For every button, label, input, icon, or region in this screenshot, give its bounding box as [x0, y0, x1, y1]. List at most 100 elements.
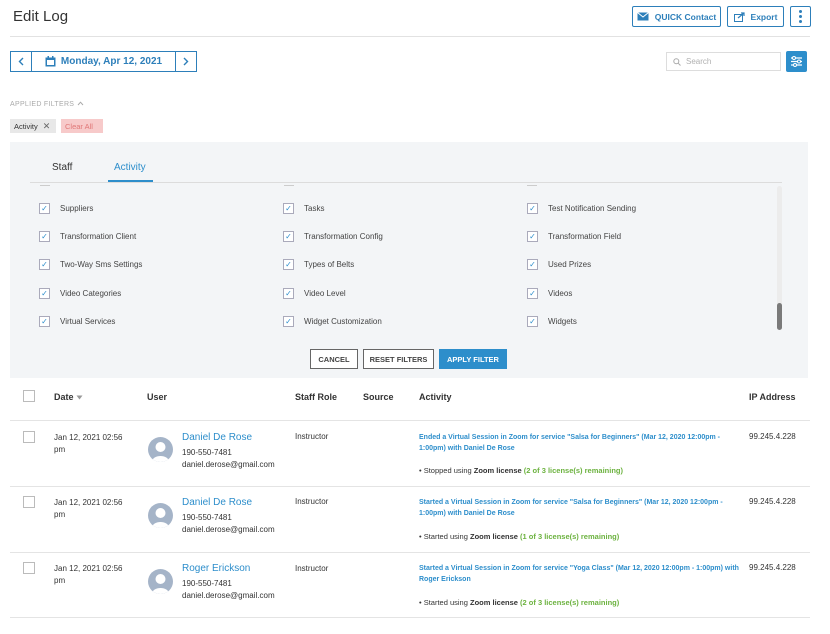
avatar — [148, 437, 173, 462]
activity-note: • Stopped using Zoom license (2 of 3 lic… — [419, 466, 623, 475]
activity-title[interactable]: Ended a Virtual Session in Zoom for serv… — [419, 432, 739, 454]
staff-role-column-header: Staff Role — [295, 392, 338, 402]
filter-option-label: Transformation Config — [304, 232, 383, 241]
filter-toggle-button[interactable] — [786, 51, 807, 72]
filter-option[interactable]: ✓ Tasks — [283, 203, 324, 214]
activity-title[interactable]: Started a Virtual Session in Zoom for se… — [419, 497, 739, 519]
table-row: Jan 12, 2021 02:56 pm Daniel De Rose 190… — [0, 486, 830, 551]
filter-option[interactable]: ✓ Transformation Client — [39, 231, 136, 242]
filter-option[interactable]: ✓ Used Prizes — [527, 259, 591, 270]
header-divider — [10, 36, 810, 37]
search-input[interactable] — [686, 57, 776, 66]
checkbox[interactable]: ✓ — [283, 316, 294, 327]
filter-option[interactable]: ✓ Transformation Field — [527, 231, 621, 242]
row-date-suffix: pm — [54, 445, 66, 454]
filter-option[interactable]: ✓ Virtual Services — [39, 316, 115, 327]
tab-activity[interactable]: Activity — [114, 162, 146, 173]
sliders-icon — [791, 56, 802, 67]
select-all-checkbox[interactable] — [23, 390, 35, 402]
staff-role: Instructor — [295, 564, 329, 573]
calendar-icon — [45, 56, 56, 67]
filter-option[interactable]: ✓ Video Level — [283, 288, 346, 299]
next-date-button[interactable] — [175, 52, 196, 71]
previous-date-button[interactable] — [11, 52, 32, 71]
checkbox[interactable]: ✓ — [527, 259, 538, 270]
note-license: Zoom license — [470, 532, 518, 541]
source-column-header: Source — [363, 392, 394, 402]
activity-note: • Started using Zoom license (1 of 3 lic… — [419, 532, 619, 541]
checkbox[interactable]: ✓ — [283, 259, 294, 270]
filter-option-label: Transformation Field — [548, 232, 622, 241]
user-name-link[interactable]: Roger Erickson — [182, 563, 250, 574]
search-box — [666, 52, 781, 71]
date-picker[interactable]: Monday, Apr 12, 2021 — [32, 52, 175, 71]
note-license: Zoom license — [473, 466, 522, 475]
applied-filters-label: APPLIED FILTERS — [10, 101, 75, 108]
activity-title[interactable]: Started a Virtual Session in Zoom for se… — [419, 563, 739, 585]
quick-contact-button[interactable]: QUICK Contact — [632, 6, 721, 27]
date-navigator: Monday, Apr 12, 2021 — [10, 51, 197, 72]
checkbox[interactable]: ✓ — [527, 203, 538, 214]
table-row: Jan 12, 2021 02:56 pm Daniel De Rose 190… — [0, 421, 830, 485]
user-email: daniel.derose@gmail.com — [182, 460, 275, 469]
checkbox[interactable]: ✓ — [527, 288, 538, 299]
filter-option[interactable]: ✓ Test Notification Sending — [527, 203, 636, 214]
checkbox[interactable]: ✓ — [527, 316, 538, 327]
reset-filters-button[interactable]: RESET FILTERS — [363, 349, 434, 369]
checkbox[interactable]: ✓ — [39, 203, 50, 214]
filter-option[interactable]: ✓ Suppliers — [39, 203, 93, 214]
checkbox[interactable]: ✓ — [39, 231, 50, 242]
kebab-icon — [799, 10, 802, 23]
checkbox[interactable]: ✓ — [39, 259, 50, 270]
quick-contact-label: QUICK Contact — [654, 11, 717, 22]
filter-option[interactable]: ✓ Widget Customization — [283, 316, 382, 327]
checkbox[interactable]: ✓ — [283, 203, 294, 214]
filter-option[interactable]: ✓ Transformation Config — [283, 231, 383, 242]
row-date: Jan 12, 2021 02:56 pm — [54, 497, 123, 521]
chevron-up-icon — [77, 101, 84, 106]
tab-divider — [30, 182, 782, 183]
row-checkbox[interactable] — [23, 496, 35, 508]
applied-filters-toggle[interactable]: APPLIED FILTERS — [10, 101, 84, 108]
export-button[interactable]: Export — [727, 6, 784, 27]
filter-chip-label: Activity — [14, 121, 38, 131]
user-name-link[interactable]: Daniel De Rose — [182, 497, 252, 508]
apply-filter-button[interactable]: APPLY FILTER — [439, 349, 507, 369]
note-remaining: (2 of 3 license(s) remaining) — [520, 598, 620, 607]
user-phone: 190-550-7481 — [182, 448, 232, 457]
checkbox[interactable]: ✓ — [527, 231, 538, 242]
filter-option-label: Used Prizes — [548, 260, 592, 269]
date-column-header[interactable]: Date — [54, 392, 83, 402]
filter-option-label: Virtual Services — [60, 317, 116, 326]
checkbox[interactable]: ✓ — [283, 288, 294, 299]
note-prefix: • Stopped using — [419, 466, 474, 475]
filter-option-label: Two-Way Sms Settings — [60, 260, 143, 269]
tab-staff[interactable]: Staff — [52, 162, 72, 173]
filter-option[interactable]: ✓ Two-Way Sms Settings — [39, 259, 142, 270]
page-title: Edit Log — [13, 8, 69, 25]
filter-option[interactable]: ✓ Types of Belts — [283, 259, 354, 270]
checkbox[interactable]: ✓ — [39, 288, 50, 299]
row-checkbox[interactable] — [23, 431, 35, 443]
row-checkbox[interactable] — [23, 562, 35, 574]
ip-address: 99.245.4.228 — [749, 432, 796, 441]
checkbox[interactable]: ✓ — [283, 231, 294, 242]
more-options-button[interactable] — [790, 6, 811, 27]
staff-role: Instructor — [295, 432, 329, 441]
close-icon[interactable]: ✕ — [43, 121, 51, 132]
clear-all-button[interactable]: Clear All — [61, 119, 103, 133]
filter-option[interactable]: ✓ Video Categories — [39, 288, 121, 299]
table-row: Jan 12, 2021 02:56 pm Roger Erickson 190… — [0, 552, 830, 617]
cancel-button[interactable]: CANCEL — [310, 349, 358, 369]
scrollbar-thumb[interactable] — [777, 303, 782, 330]
filter-option[interactable]: ✓ Videos — [527, 288, 572, 299]
user-name-link[interactable]: Daniel De Rose — [182, 432, 252, 443]
row-date-value: Jan 12, 2021 02:56 — [54, 433, 123, 442]
filter-option-label: Test Notification Sending — [548, 204, 637, 213]
row-date-value: Jan 12, 2021 02:56 — [54, 564, 123, 573]
filter-option[interactable]: ✓ Widgets — [527, 316, 577, 327]
envelope-icon — [636, 12, 649, 21]
checkbox[interactable]: ✓ — [39, 316, 50, 327]
export-icon — [733, 11, 745, 22]
current-date: Monday, Apr 12, 2021 — [60, 56, 163, 67]
